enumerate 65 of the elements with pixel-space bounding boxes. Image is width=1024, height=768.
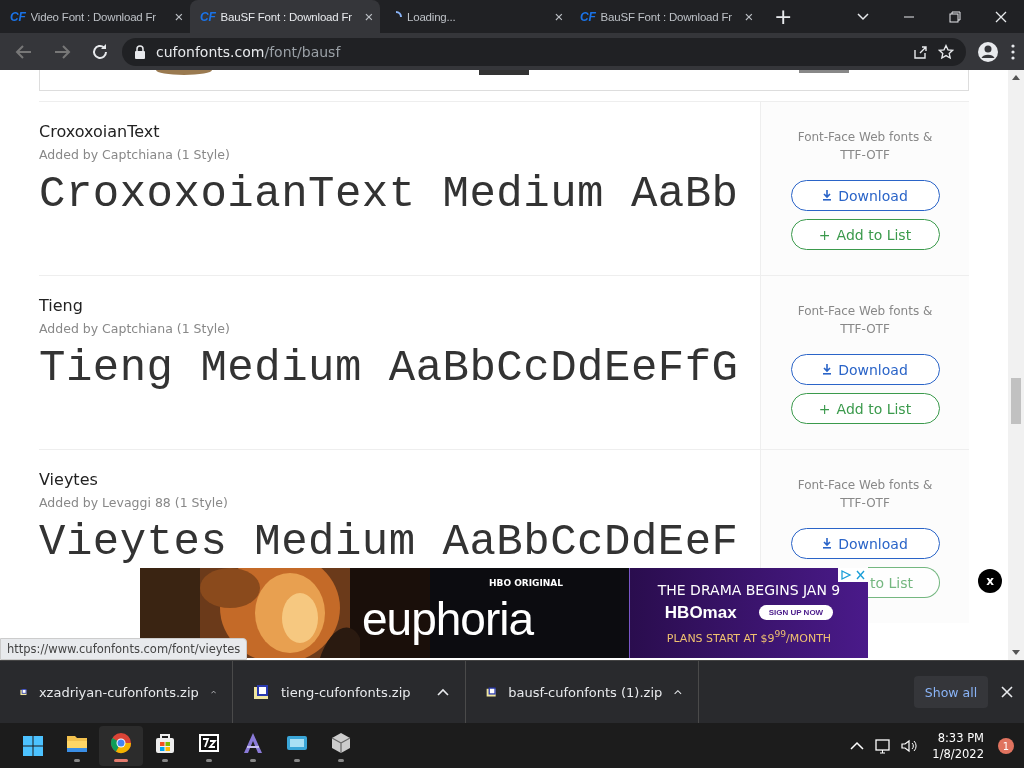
format-text: Font-Face Web fonts & TTF-OTF bbox=[796, 303, 934, 338]
brand-tag: HBO ORIGINAL bbox=[489, 578, 564, 588]
tab-title: Video Font : Download Fr bbox=[30, 10, 157, 23]
sign-up-button[interactable]: SIGN UP NOW bbox=[758, 605, 834, 621]
zip-file-icon bbox=[253, 684, 269, 700]
status-url: https://www.cufonfonts.com/font/vieytes bbox=[0, 638, 248, 660]
service-logo: HBOmax bbox=[664, 602, 737, 623]
share-icon[interactable] bbox=[912, 43, 928, 60]
address-field[interactable]: cufonfonts.com/font/bausf bbox=[122, 37, 966, 66]
star-icon[interactable] bbox=[938, 43, 954, 60]
browser-tab[interactable]: Loading... × bbox=[380, 0, 570, 33]
download-icon bbox=[822, 190, 833, 201]
format-text: Font-Face Web fonts & TTF-OTF bbox=[796, 477, 934, 512]
new-tab-button[interactable]: + bbox=[774, 4, 793, 29]
close-tab-icon[interactable]: × bbox=[364, 8, 373, 25]
show-all-button[interactable]: Show all bbox=[914, 676, 988, 708]
close-tab-icon[interactable]: × bbox=[174, 8, 183, 25]
add-to-list-button[interactable]: + Add to List bbox=[790, 219, 940, 250]
tab-title: BauSF Font : Download Fr bbox=[600, 10, 733, 23]
ad-offer: PLANS START AT $9$^{99}$/MONTH bbox=[666, 627, 832, 645]
clock-date[interactable]: 1/8/2022 bbox=[932, 746, 984, 762]
font-preview: Tieng Medium AaBbCcDdEeFfG bbox=[39, 346, 739, 390]
network-icon[interactable] bbox=[874, 737, 893, 755]
close-tab-icon[interactable]: × bbox=[554, 8, 563, 25]
font-preview: CroxoxoianText Medium AaBb bbox=[39, 172, 739, 216]
format-text: Font-Face Web fonts & TTF-OTF bbox=[796, 129, 934, 164]
added-by-text: Added by Levaggi 88 (1 Style) bbox=[39, 495, 229, 510]
added-by-text: Added by Captchiana (1 Style) bbox=[39, 147, 231, 162]
close-icon[interactable] bbox=[1000, 685, 1014, 699]
scroll-down-icon[interactable] bbox=[1012, 650, 1020, 656]
clock-time[interactable]: 8:33 PM bbox=[937, 730, 984, 746]
scrollbar[interactable] bbox=[1008, 70, 1024, 660]
tab-title: BauSF Font : Download Fr bbox=[220, 10, 353, 23]
zip-file-icon bbox=[486, 684, 497, 700]
caret-up-icon[interactable] bbox=[674, 688, 682, 696]
scroll-thumb[interactable] bbox=[1011, 378, 1021, 424]
close-ad-button[interactable]: x bbox=[978, 569, 1002, 593]
font-name[interactable]: Tieng bbox=[39, 296, 760, 315]
font-name[interactable]: Vieytes bbox=[39, 470, 760, 489]
caret-up-icon[interactable] bbox=[437, 688, 449, 696]
browser-tab[interactable]: CF BauSF Font : Download Fr × bbox=[570, 0, 760, 33]
speaker-icon[interactable] bbox=[900, 737, 919, 755]
font-name[interactable]: CroxoxoianText bbox=[39, 122, 760, 141]
scroll-up-icon[interactable] bbox=[1012, 74, 1020, 80]
ad-headline: THE DRAMA BEGINS JAN 9 bbox=[657, 581, 841, 598]
download-button[interactable]: Download bbox=[790, 528, 940, 559]
download-icon bbox=[822, 538, 833, 549]
font-preview: Vieytes Medium AaBbCcDdEeF bbox=[39, 520, 739, 564]
download-button[interactable]: Download bbox=[790, 180, 940, 211]
lock-icon bbox=[134, 44, 146, 59]
browser-tab[interactable]: CF BauSF Font : Download Fr × bbox=[190, 0, 380, 33]
browser-tab[interactable]: CF Video Font : Download Fr × bbox=[0, 0, 190, 33]
taskbar-chrome-icon[interactable] bbox=[99, 726, 143, 766]
download-icon bbox=[822, 364, 833, 375]
add-to-list-button[interactable]: + Add to List bbox=[790, 393, 940, 424]
show-title: euphoria bbox=[362, 592, 534, 646]
site-favicon: CF bbox=[580, 9, 596, 24]
download-button[interactable]: Download bbox=[790, 354, 940, 385]
close-tab-icon[interactable]: × bbox=[744, 8, 753, 25]
site-favicon: CF bbox=[200, 9, 216, 24]
profile-icon[interactable] bbox=[977, 40, 999, 63]
site-favicon: CF bbox=[10, 9, 26, 24]
tab-title: Loading... bbox=[407, 10, 457, 23]
menu-icon[interactable] bbox=[1010, 42, 1016, 61]
added-by-text: Added by Captchiana (1 Style) bbox=[39, 321, 231, 336]
